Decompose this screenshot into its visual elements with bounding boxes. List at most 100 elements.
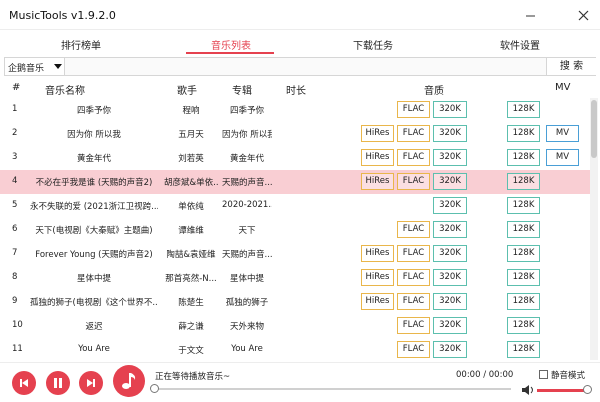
row-number: 8 xyxy=(12,272,18,282)
quality-128k-button[interactable]: 128K xyxy=(507,197,540,214)
song-artist: 陶喆&袁娅维 xyxy=(166,250,216,260)
table-scrollbar[interactable] xyxy=(590,98,598,360)
previous-button[interactable] xyxy=(12,371,36,395)
song-album: 因为你 所以我 xyxy=(222,130,272,140)
table-row[interactable]: 8 星体中提 那首亮然-N... 星体中提 HiRes FLAC 320K 128K xyxy=(0,266,590,290)
header-mv: MV xyxy=(555,82,571,93)
flac-quality-button[interactable]: FLAC xyxy=(397,221,430,238)
song-title: Forever Young (天赐的声音2) xyxy=(35,250,153,260)
mv-button[interactable]: MV xyxy=(546,149,579,166)
quality-128k-button[interactable]: 128K xyxy=(507,221,540,238)
quality-128k-button[interactable]: 128K xyxy=(507,269,540,286)
table-row[interactable]: 4 不必在乎我是谁 (天赐的声音2) 胡彦斌&单依... 天赐的声音... HiRes F… xyxy=(0,170,590,194)
flac-quality-button[interactable]: FLAC xyxy=(397,173,430,190)
song-album: 黄金年代 xyxy=(229,154,264,164)
row-number: 10 xyxy=(12,320,23,330)
scrollbar-thumb[interactable] xyxy=(591,100,597,158)
flac-quality-button[interactable]: FLAC xyxy=(397,245,430,262)
mv-button[interactable]: MV xyxy=(546,125,579,142)
album-art-button[interactable] xyxy=(113,365,145,397)
flac-quality-button[interactable]: FLAC xyxy=(397,269,430,286)
song-artist: 陈楚生 xyxy=(178,298,204,308)
mute-checkbox[interactable] xyxy=(539,370,548,379)
song-artist: 程响 xyxy=(182,106,200,116)
tab-download-tasks[interactable]: 下载任务 xyxy=(333,37,413,52)
table-row[interactable]: 10 返迟 薛之谦 天外来物 FLAC 320K 128K xyxy=(0,314,590,338)
tab-music-list[interactable]: 音乐列表 xyxy=(191,37,271,52)
quality-128k-button[interactable]: 128K xyxy=(507,149,540,166)
song-title: 四季予你 xyxy=(76,106,111,116)
quality-320k-button[interactable]: 320K xyxy=(433,293,467,310)
hires-quality-button[interactable]: HiRes xyxy=(361,245,394,262)
flac-quality-button[interactable]: FLAC xyxy=(397,317,430,334)
volume-slider[interactable] xyxy=(537,389,587,392)
quality-128k-button[interactable]: 128K xyxy=(507,101,540,118)
quality-320k-button[interactable]: 320K xyxy=(433,149,467,166)
hires-quality-button[interactable]: HiRes xyxy=(361,149,394,166)
quality-128k-button[interactable]: 128K xyxy=(507,125,540,142)
close-button[interactable] xyxy=(573,6,593,24)
quality-320k-button[interactable]: 320K xyxy=(433,341,467,358)
flac-quality-button[interactable]: FLAC xyxy=(397,149,430,166)
quality-320k-button[interactable]: 320K xyxy=(433,101,467,118)
minimize-button[interactable] xyxy=(520,6,540,24)
quality-128k-button[interactable]: 128K xyxy=(507,173,540,190)
previous-icon xyxy=(20,379,28,387)
app-title: MusicTools v1.9.2.0 xyxy=(9,9,116,22)
flac-quality-button[interactable]: FLAC xyxy=(397,293,430,310)
table-header: # 音乐名称 歌手 专辑 时长 音质 MV xyxy=(0,78,600,98)
header-number: # xyxy=(12,82,21,93)
pause-icon xyxy=(54,378,62,388)
song-artist: 胡彦斌&单依... xyxy=(164,178,218,188)
search-input[interactable] xyxy=(66,59,544,74)
next-icon xyxy=(87,379,95,387)
playback-status: 正在等待播放音乐~ xyxy=(155,372,231,382)
quality-320k-button[interactable]: 320K xyxy=(433,317,467,334)
row-number: 9 xyxy=(12,296,18,306)
table-row[interactable]: 7 Forever Young (天赐的声音2) 陶喆&袁娅维 天赐的声音... HiR… xyxy=(0,242,590,266)
flac-quality-button[interactable]: FLAC xyxy=(397,341,430,358)
quality-320k-button[interactable]: 320K xyxy=(433,197,467,214)
hires-quality-button[interactable]: HiRes xyxy=(361,293,394,310)
table-row[interactable]: 3 黄金年代 刘若英 黄金年代 HiRes FLAC 320K 128K MV xyxy=(0,146,590,170)
pause-button[interactable] xyxy=(46,371,70,395)
search-toolbar: 企鹅音乐 搜 索 xyxy=(4,57,596,76)
close-icon xyxy=(578,10,588,20)
song-artist: 于文文 xyxy=(178,346,204,356)
quality-128k-button[interactable]: 128K xyxy=(507,293,540,310)
quality-320k-button[interactable]: 320K xyxy=(433,269,467,286)
tab-settings[interactable]: 软件设置 xyxy=(480,37,560,52)
quality-320k-button[interactable]: 320K xyxy=(433,125,467,142)
quality-320k-button[interactable]: 320K xyxy=(433,173,467,190)
song-artist: 谭维维 xyxy=(178,226,204,236)
hires-quality-button[interactable]: HiRes xyxy=(361,125,394,142)
quality-320k-button[interactable]: 320K xyxy=(433,245,467,262)
song-title: 黄金年代 xyxy=(76,154,111,164)
quality-128k-button[interactable]: 128K xyxy=(507,341,540,358)
quality-128k-button[interactable]: 128K xyxy=(507,317,540,334)
source-select[interactable]: 企鹅音乐 xyxy=(5,58,65,75)
header-duration: 时长 xyxy=(286,86,306,97)
next-button[interactable] xyxy=(79,371,103,395)
quality-320k-button[interactable]: 320K xyxy=(433,221,467,238)
table-row[interactable]: 9 孤独的狮子(电视剧《这个世界不... 陈楚生 孤独的狮子 HiRes FLAC 320K… xyxy=(0,290,590,314)
song-title: 因为你 所以我 xyxy=(67,130,121,140)
search-button[interactable]: 搜 索 xyxy=(546,58,596,75)
progress-bar[interactable] xyxy=(153,388,511,390)
table-row[interactable]: 5 永不失联的爱 (2021浙江卫视跨... 单依纯 2020-2021... 320K… xyxy=(0,194,590,218)
flac-quality-button[interactable]: FLAC xyxy=(397,101,430,118)
flac-quality-button[interactable]: FLAC xyxy=(397,125,430,142)
hires-quality-button[interactable]: HiRes xyxy=(361,173,394,190)
table-row[interactable]: 11 You Are 于文文 You Are FLAC 320K 128K xyxy=(0,338,590,360)
hires-quality-button[interactable]: HiRes xyxy=(361,269,394,286)
table-row[interactable]: 2 因为你 所以我 五月天 因为你 所以我 HiRes FLAC 320K 128K MV xyxy=(0,122,590,146)
volume-handle[interactable] xyxy=(583,385,592,394)
table-row[interactable]: 1 四季予你 程响 四季予你 FLAC 320K 128K xyxy=(0,98,590,122)
progress-handle[interactable] xyxy=(150,384,159,393)
song-table: 1 四季予你 程响 四季予你 FLAC 320K 128K 2 因为你 所以我 五月天 因为你 所以… xyxy=(0,98,590,360)
tab-rankings[interactable]: 排行榜单 xyxy=(41,37,121,52)
table-row[interactable]: 6 天下(电视剧《大秦赋》主题曲) 谭维维 天下 FLAC 320K 128K xyxy=(0,218,590,242)
quality-128k-button[interactable]: 128K xyxy=(507,245,540,262)
song-title: 星体中提 xyxy=(76,274,111,284)
song-album: 天下 xyxy=(238,226,256,236)
